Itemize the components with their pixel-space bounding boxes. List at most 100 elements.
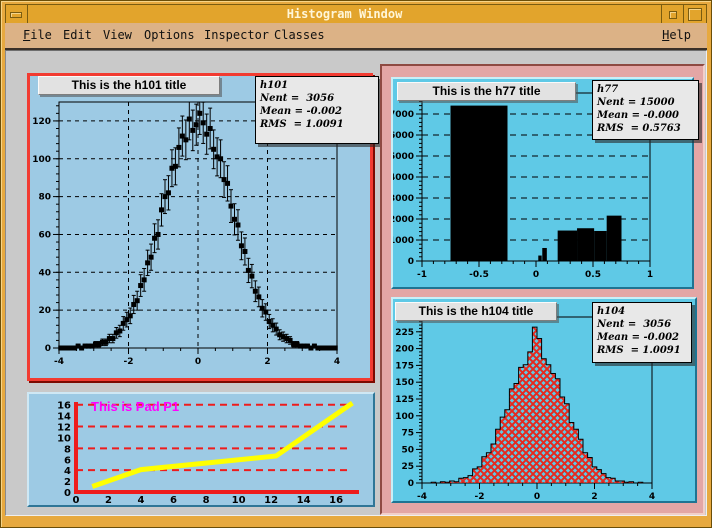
svg-text:100: 100 bbox=[395, 412, 414, 422]
stats-line: RMS = 1.0091 bbox=[597, 344, 687, 357]
h101-title-box[interactable]: This is the h101 title bbox=[38, 76, 220, 95]
histogram-window: Histogram Window File Edit View Options … bbox=[0, 0, 712, 528]
svg-text:6000: 6000 bbox=[393, 131, 414, 141]
menu-bar: File Edit View Options Inspector Classes… bbox=[5, 23, 707, 50]
svg-text:14: 14 bbox=[297, 495, 311, 505]
restore-button[interactable] bbox=[661, 5, 683, 24]
stats-line: Nent = 3056 bbox=[260, 92, 374, 105]
svg-text:120: 120 bbox=[32, 117, 51, 127]
stats-line: RMS = 0.5763 bbox=[597, 122, 694, 135]
svg-text:50: 50 bbox=[401, 445, 414, 455]
svg-text:0: 0 bbox=[534, 492, 540, 501]
stats-line: RMS = 1.0091 bbox=[260, 118, 374, 131]
svg-text:4: 4 bbox=[334, 357, 340, 367]
svg-text:12: 12 bbox=[264, 495, 278, 505]
svg-text:2: 2 bbox=[105, 495, 112, 505]
svg-text:0: 0 bbox=[533, 270, 539, 280]
svg-text:16: 16 bbox=[329, 495, 343, 505]
svg-text:225: 225 bbox=[395, 328, 414, 338]
svg-text:-0.5: -0.5 bbox=[469, 270, 489, 280]
pad-h77[interactable]: 01000200030004000500060007000-1-0.500.51… bbox=[391, 77, 694, 289]
pad-right-container[interactable]: 01000200030004000500060007000-1-0.500.51… bbox=[380, 64, 705, 515]
window-title: Histogram Window bbox=[28, 5, 661, 24]
svg-text:1: 1 bbox=[647, 270, 653, 280]
h104-stats-box[interactable]: h104Nent = 3056Mean = -0.002RMS = 1.0091 bbox=[592, 302, 692, 363]
svg-text:-2: -2 bbox=[475, 492, 485, 501]
menu-item-options[interactable]: Options bbox=[144, 28, 195, 42]
maximize-icon bbox=[688, 8, 702, 21]
svg-text:10: 10 bbox=[232, 495, 246, 505]
maximize-button[interactable] bbox=[683, 5, 706, 24]
h77-stats-box[interactable]: h77Nent = 15000Mean = -0.000RMS = 0.5763 bbox=[592, 80, 699, 140]
pad-p1[interactable]: 02468101214160246810121416 This is Pad P… bbox=[27, 392, 375, 507]
svg-text:14: 14 bbox=[57, 412, 71, 423]
p1-plot: 02468101214160246810121416 bbox=[29, 394, 373, 505]
svg-text:-4: -4 bbox=[54, 357, 64, 367]
h101-stats-box[interactable]: h101Nent = 3056Mean = -0.002RMS = 1.0091 bbox=[255, 76, 379, 144]
svg-text:0: 0 bbox=[64, 488, 71, 499]
svg-text:0: 0 bbox=[408, 479, 414, 489]
menu-item-file[interactable]: File bbox=[23, 28, 52, 42]
stats-line: Mean = -0.002 bbox=[597, 331, 687, 344]
stats-line: Mean = -0.000 bbox=[597, 109, 694, 122]
svg-text:150: 150 bbox=[395, 378, 414, 388]
svg-text:125: 125 bbox=[395, 395, 414, 405]
svg-text:-2: -2 bbox=[124, 357, 134, 367]
svg-text:12: 12 bbox=[57, 423, 71, 434]
svg-text:60: 60 bbox=[38, 230, 51, 240]
minimize-icon bbox=[10, 12, 22, 18]
svg-text:16: 16 bbox=[57, 401, 71, 412]
svg-text:20: 20 bbox=[38, 306, 51, 316]
svg-text:3000: 3000 bbox=[393, 194, 414, 204]
h104-title-box[interactable]: This is the h104 title bbox=[395, 302, 557, 321]
svg-text:6: 6 bbox=[64, 455, 71, 466]
svg-text:4: 4 bbox=[138, 495, 145, 505]
svg-text:200: 200 bbox=[395, 345, 414, 355]
svg-text:4: 4 bbox=[64, 466, 71, 477]
svg-text:1000: 1000 bbox=[393, 236, 414, 246]
stats-line: h104 bbox=[597, 305, 687, 318]
svg-text:2: 2 bbox=[64, 477, 71, 488]
svg-text:80: 80 bbox=[38, 193, 51, 203]
menu-item-help[interactable]: Help bbox=[662, 28, 691, 42]
svg-text:0: 0 bbox=[195, 357, 201, 367]
svg-text:8: 8 bbox=[203, 495, 210, 505]
minimize-button[interactable] bbox=[6, 5, 28, 24]
stats-line: Mean = -0.002 bbox=[260, 105, 374, 118]
svg-text:0.5: 0.5 bbox=[585, 270, 601, 280]
stats-line: Nent = 15000 bbox=[597, 96, 694, 109]
pad-h101[interactable]: 0 20 40 60 80 100 120 -4 -2 0 2 4 This is the h101 … bbox=[27, 73, 373, 381]
svg-text:7000: 7000 bbox=[393, 110, 414, 120]
svg-text:75: 75 bbox=[401, 429, 414, 439]
svg-text:-1: -1 bbox=[417, 270, 427, 280]
stats-line: Nent = 3056 bbox=[597, 318, 687, 331]
menu-item-inspector[interactable]: Inspector bbox=[204, 28, 269, 42]
svg-text:2000: 2000 bbox=[393, 215, 414, 225]
svg-text:8: 8 bbox=[64, 444, 71, 455]
svg-text:2: 2 bbox=[264, 357, 270, 367]
svg-text:4000: 4000 bbox=[393, 173, 414, 183]
svg-text:100: 100 bbox=[32, 155, 51, 165]
svg-text:0: 0 bbox=[73, 495, 80, 505]
svg-text:5000: 5000 bbox=[393, 152, 414, 162]
svg-text:2: 2 bbox=[591, 492, 597, 501]
p1-pad-title: This is Pad P1 bbox=[91, 399, 179, 414]
menu-item-view[interactable]: View bbox=[103, 28, 132, 42]
svg-text:6: 6 bbox=[170, 495, 177, 505]
svg-text:4: 4 bbox=[649, 492, 655, 501]
menu-item-edit[interactable]: Edit bbox=[63, 28, 92, 42]
svg-text:10: 10 bbox=[57, 433, 71, 444]
svg-text:0: 0 bbox=[45, 344, 51, 354]
h77-title-box[interactable]: This is the h77 title bbox=[397, 82, 576, 101]
svg-text:40: 40 bbox=[38, 268, 51, 278]
stats-line: h101 bbox=[260, 79, 374, 92]
stats-line: h77 bbox=[597, 83, 694, 96]
restore-icon bbox=[669, 11, 677, 19]
root-canvas[interactable]: 020406080100120-4-2024 This is the h101 … bbox=[5, 50, 707, 516]
svg-text:-4: -4 bbox=[417, 492, 427, 501]
svg-text:25: 25 bbox=[401, 462, 414, 472]
pad-h104[interactable]: 0 25 50 75 100 125 150 175 200 225 -4 -2 0 2 4 This is… bbox=[391, 297, 697, 503]
svg-text:175: 175 bbox=[395, 361, 414, 371]
menu-item-classes[interactable]: Classes bbox=[274, 28, 325, 42]
title-bar[interactable]: Histogram Window bbox=[5, 4, 707, 25]
